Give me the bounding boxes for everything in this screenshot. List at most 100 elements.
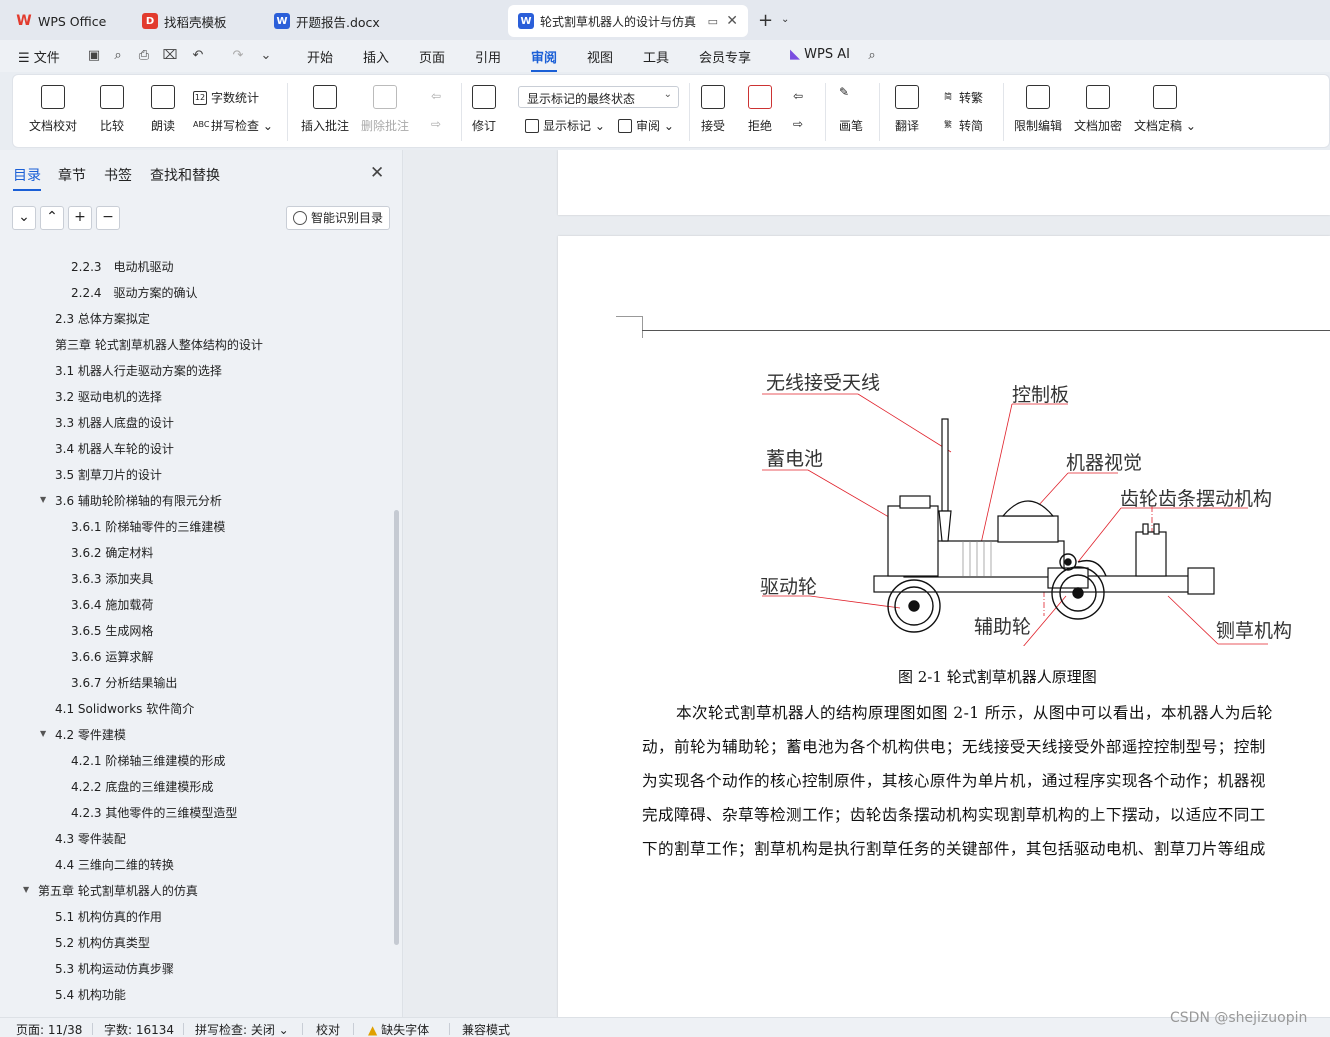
tab-proposal-doc[interactable]: W 开题报告.docx (264, 6, 504, 36)
menu-reference[interactable]: 引用 (475, 47, 501, 66)
missing-font-status[interactable]: ▲ 缺失字体 (368, 1021, 429, 1037)
toc-item[interactable]: 3.5 割草刀片的设计 (55, 466, 162, 483)
expand-arrow-icon[interactable]: ▼ (40, 729, 46, 738)
pen-button[interactable]: ✎ 画笔 (839, 85, 863, 134)
expand-arrow-icon[interactable]: ▼ (23, 885, 29, 894)
toc-item[interactable]: 5.2 机构仿真类型 (55, 934, 150, 951)
show-markup-label: 显示标记 (543, 119, 592, 133)
review-pane-button[interactable]: 审阅 ⌄ (618, 117, 674, 134)
toc-item[interactable]: 第三章 轮式割草机器人整体结构的设计 (55, 336, 263, 353)
to-traditional-button[interactable]: 简 转繁 (941, 89, 983, 106)
compare-button[interactable]: 比较 (100, 85, 124, 134)
next-change-icon[interactable]: ⇨ (793, 117, 803, 131)
toc-item[interactable]: 5.4 机构功能 (55, 986, 126, 1003)
menu-insert[interactable]: 插入 (363, 47, 389, 66)
display-mode-select[interactable]: 显示标记的最终状态 ⌄ (518, 86, 679, 108)
expand-arrow-icon[interactable]: ▼ (40, 495, 46, 504)
new-tab-button[interactable]: + (758, 10, 773, 31)
menu-view[interactable]: 视图 (587, 47, 613, 66)
toc-item[interactable]: 4.4 三维向二维的转换 (55, 856, 174, 873)
toc-item[interactable]: 4.3 零件装配 (55, 830, 126, 847)
remove-heading-button[interactable]: − (96, 206, 120, 230)
encrypt-label: 文档加密 (1074, 119, 1123, 133)
menu-start[interactable]: 开始 (307, 47, 333, 66)
tab-toc[interactable]: 目录 (13, 165, 41, 191)
doc-check-button[interactable]: 文档校对 (29, 85, 77, 134)
page-indicator[interactable]: 页面: 11/38 (16, 1021, 82, 1037)
tab-wps-office[interactable]: W WPS Office (6, 6, 124, 36)
reject-button[interactable]: 拒绝 (748, 85, 772, 134)
toc-item[interactable]: 3.6.2 确定材料 (71, 544, 153, 561)
wps-ai-button[interactable]: ◣ WPS AI (790, 47, 850, 62)
sidebar-scrollbar[interactable] (394, 510, 399, 945)
menu-review[interactable]: 审阅 (531, 47, 558, 72)
toc-item[interactable]: 3.6.1 阶梯轴零件的三维建模 (71, 518, 225, 535)
word-count-status[interactable]: 字数: 16134 (104, 1021, 174, 1037)
insert-comment-button[interactable]: 插入批注 (301, 85, 349, 134)
toc-item[interactable]: 4.2.3 其他零件的三维模型造型 (71, 804, 237, 821)
show-markup-button[interactable]: 显示标记 ⌄ (525, 117, 605, 134)
menu-page[interactable]: 页面 (419, 47, 445, 66)
toc-item[interactable]: 3.6.6 运算求解 (71, 648, 153, 665)
undo-icon[interactable]: ↶ (190, 48, 206, 64)
prev-change-icon[interactable]: ⇦ (793, 89, 803, 103)
toc-item[interactable]: 5.1 机构仿真的作用 (55, 908, 162, 925)
toc-item[interactable]: 3.2 驱动电机的选择 (55, 388, 162, 405)
next-comment-icon[interactable]: ⇨ (431, 117, 441, 131)
revise-button[interactable]: 修订 (472, 85, 496, 134)
tab-current-doc[interactable]: W 轮式割草机器人的设计与仿真 ▭ ✕ (508, 5, 748, 37)
menu-member[interactable]: 会员专享 (699, 47, 751, 66)
file-menu[interactable]: ☰ 文件 (18, 47, 60, 66)
close-icon[interactable]: ✕ (370, 163, 384, 183)
toc-item[interactable]: 第五章 轮式割草机器人的仿真 (38, 882, 198, 899)
save-icon[interactable]: ▣ (86, 48, 102, 64)
move-up-button[interactable]: ⌃ (40, 206, 64, 230)
toc-item[interactable]: 3.6 辅助轮阶梯轴的有限元分析 (55, 492, 222, 509)
toc-item[interactable]: 3.6.3 添加夹具 (71, 570, 153, 587)
menu-tools[interactable]: 工具 (643, 47, 669, 66)
proof-status[interactable]: 校对 (316, 1021, 340, 1037)
finalize-button[interactable]: 文档定稿 ⌄ (1134, 85, 1196, 134)
toc-item[interactable]: 3.6.7 分析结果输出 (71, 674, 177, 691)
collapse-all-button[interactable]: ⌄ (12, 206, 36, 230)
toc-item[interactable]: 2.2.4 驱动方案的确认 (71, 284, 198, 301)
word-count-button[interactable]: 12 字数统计 (193, 89, 259, 106)
tab-chapters[interactable]: 章节 (58, 165, 86, 185)
tab-bookmarks[interactable]: 书签 (104, 165, 132, 185)
toc-item[interactable]: 3.6.4 施加载荷 (71, 596, 153, 613)
add-heading-button[interactable]: + (68, 206, 92, 230)
spell-check-button[interactable]: ABC 拼写检查 ⌄ (193, 117, 273, 134)
toc-item[interactable]: 4.2 零件建模 (55, 726, 126, 743)
toc-item[interactable]: 4.2.1 阶梯轴三维建模的形成 (71, 752, 225, 769)
print-icon[interactable]: ⎙ (136, 48, 152, 64)
toc-item[interactable]: 3.1 机器人行走驱动方案的选择 (55, 362, 222, 379)
print-preview-icon[interactable]: ⌧ (162, 48, 178, 64)
to-simplified-button[interactable]: 繁 转简 (941, 117, 983, 134)
share-icon[interactable]: ⌕ (110, 48, 126, 64)
delete-comment-button[interactable]: 删除批注 (361, 85, 409, 134)
toc-item[interactable]: 2.2.3 电动机驱动 (71, 258, 174, 275)
redo-icon[interactable]: ↷ (230, 48, 246, 64)
toc-item[interactable]: 4.1 Solidworks 软件简介 (55, 700, 194, 717)
close-icon[interactable]: ✕ (726, 13, 738, 29)
toc-item[interactable]: 3.3 机器人底盘的设计 (55, 414, 174, 431)
spell-check-status[interactable]: 拼写检查: 关闭 ⌄ (195, 1021, 289, 1037)
prev-comment-icon[interactable]: ⇦ (431, 89, 441, 103)
translate-button[interactable]: 翻译 (895, 85, 919, 134)
read-aloud-button[interactable]: 朗读 (151, 85, 175, 134)
chevron-down-icon[interactable]: ⌄ (781, 14, 789, 25)
toc-item[interactable]: 3.6.5 生成网格 (71, 622, 153, 639)
monitor-icon[interactable]: ▭ (708, 15, 718, 28)
tab-find-replace[interactable]: 查找和替换 (150, 165, 220, 185)
toc-item[interactable]: 5.3 机构运动仿真步骤 (55, 960, 174, 977)
search-icon[interactable]: ⌕ (864, 48, 880, 64)
restrict-edit-button[interactable]: 限制编辑 (1014, 85, 1062, 134)
smart-toc-button[interactable]: 智能识别目录 (286, 206, 390, 230)
encrypt-button[interactable]: 文档加密 (1074, 85, 1122, 134)
toc-item[interactable]: 2.3 总体方案拟定 (55, 310, 150, 327)
tab-docer-templates[interactable]: D 找稻壳模板 (132, 6, 258, 36)
toc-item[interactable]: 4.2.2 底盘的三维建模形成 (71, 778, 213, 795)
accept-button[interactable]: 接受 (701, 85, 725, 134)
toc-item[interactable]: 3.4 机器人车轮的设计 (55, 440, 174, 457)
chevron-down-icon[interactable]: ⌄ (258, 48, 274, 64)
